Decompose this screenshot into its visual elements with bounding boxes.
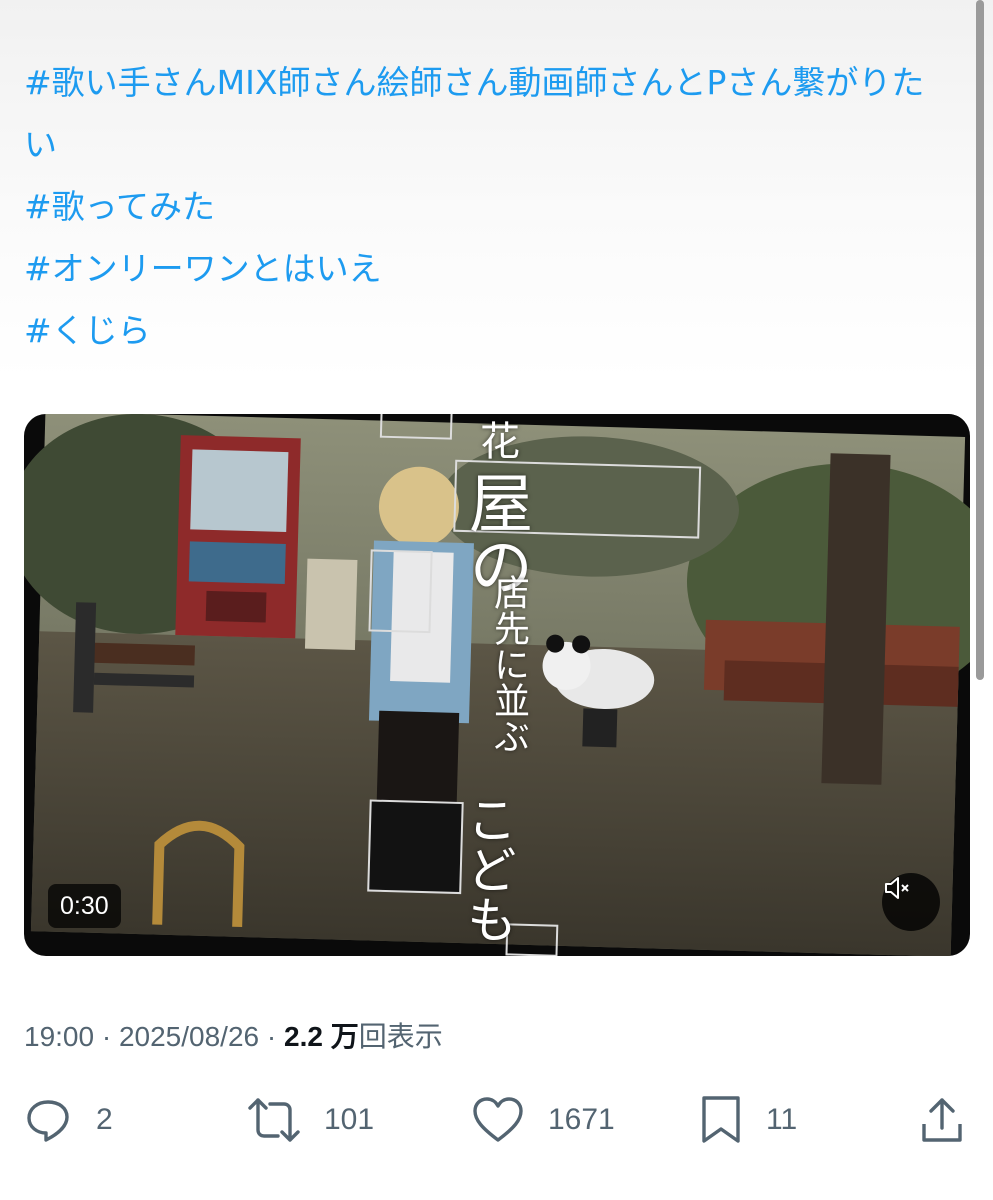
reply-icon bbox=[27, 1100, 69, 1142]
like-button[interactable]: 1671 bbox=[472, 1094, 615, 1146]
like-count: 1671 bbox=[548, 1103, 615, 1136]
view-count: 2.2 万 bbox=[284, 1021, 359, 1052]
share-button[interactable] bbox=[918, 1094, 966, 1146]
repost-button[interactable]: 101 bbox=[248, 1094, 374, 1146]
bookmark-icon bbox=[702, 1096, 740, 1143]
mute-button[interactable] bbox=[882, 873, 940, 931]
video-duration: 0:30 bbox=[48, 884, 121, 928]
view-count-label: 回表示 bbox=[358, 1021, 443, 1052]
repost-count: 101 bbox=[324, 1103, 375, 1136]
lyric-text: 店先に並ぶ bbox=[488, 574, 529, 754]
bookmark-count: 11 bbox=[766, 1103, 798, 1136]
scrollbar[interactable] bbox=[976, 0, 984, 680]
hashtag-link[interactable]: #歌い手さんMIX師さん絵師さん動画師さんとPさん繋がりたい bbox=[24, 52, 954, 176]
tweet-time[interactable]: 19:00 bbox=[24, 1021, 94, 1052]
hashtag-link[interactable]: #オンリーワンとはいえ bbox=[24, 238, 954, 300]
bookmark-button[interactable]: 11 bbox=[700, 1094, 797, 1146]
heart-icon bbox=[473, 1097, 523, 1142]
mute-icon bbox=[885, 877, 909, 899]
tweet-meta: 19:00 · 2025/08/26 · 2.2 万回表示 bbox=[24, 1015, 443, 1055]
hashtag-link[interactable]: #くじら bbox=[24, 300, 954, 362]
hashtag-link[interactable]: #歌ってみた bbox=[24, 176, 954, 238]
lyric-text: 花 bbox=[473, 420, 519, 460]
lyric-text: こども bbox=[459, 794, 517, 944]
reply-count: 2 bbox=[96, 1103, 113, 1136]
reply-button[interactable]: 2 bbox=[24, 1094, 113, 1146]
tweet-text: #歌い手さんMIX師さん絵師さん動画師さんとPさん繋がりたい #歌ってみた #オ… bbox=[24, 52, 954, 362]
meta-separator: · bbox=[266, 1021, 277, 1052]
video-player[interactable]: 花 屋の 店先に並ぶ こども 0:30 bbox=[24, 414, 970, 956]
meta-separator: · bbox=[101, 1021, 112, 1052]
share-icon bbox=[922, 1098, 962, 1142]
repost-icon bbox=[248, 1098, 300, 1142]
tweet-date[interactable]: 2025/08/26 bbox=[119, 1021, 259, 1052]
